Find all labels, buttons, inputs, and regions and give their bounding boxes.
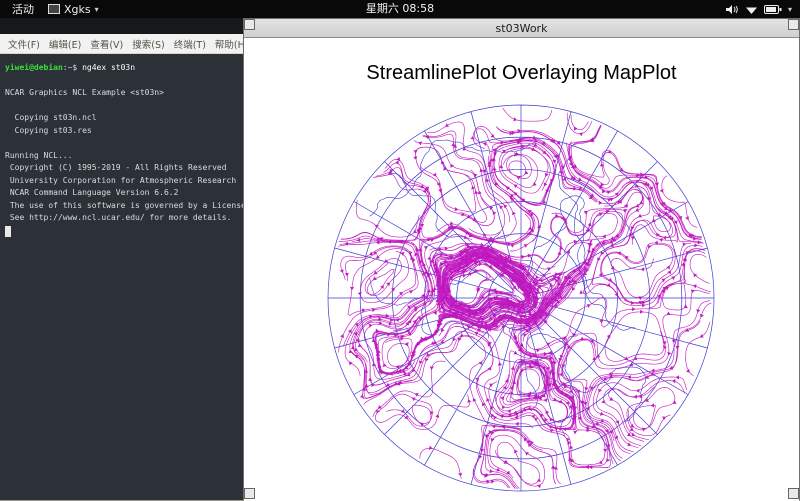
terminal-prompt-line: yiwei@debian:~$ ng4ex st03n bbox=[5, 62, 238, 75]
terminal-output-line: The use of this software is governed by … bbox=[5, 200, 299, 210]
volume-icon bbox=[725, 4, 738, 14]
network-icon bbox=[745, 7, 757, 14]
app-menu-button[interactable]: Xgks ▾ bbox=[48, 3, 99, 16]
streamline-plot-svg bbox=[327, 104, 715, 492]
terminal-cursor-line bbox=[5, 225, 238, 240]
x-window: st03Work StreamlinePlot Overlaying MapPl… bbox=[243, 18, 800, 501]
terminal-menu-item[interactable]: 编辑(E) bbox=[45, 36, 85, 52]
terminal-output-line: NCAR Graphics NCL Example <st03n> bbox=[5, 88, 164, 97]
chevron-down-icon: ▾ bbox=[94, 4, 99, 14]
terminal-content[interactable]: yiwei@debian:~$ ng4ex st03n NCAR Graphic… bbox=[0, 54, 299, 240]
top-bar: 活动 Xgks ▾ 星期六 08:58 ▾ bbox=[0, 0, 800, 18]
terminal-output-line: University Corporation for Atmospheric R… bbox=[5, 175, 237, 185]
terminal-menu-item[interactable]: 搜索(S) bbox=[128, 36, 168, 52]
clock[interactable]: 星期六 08:58 bbox=[366, 0, 434, 18]
terminal-menu-item[interactable]: 查看(V) bbox=[86, 36, 127, 52]
terminal-output-line: Copyright (C) 1995-2019 - All Rights Res… bbox=[5, 163, 227, 172]
plot-title: StreamlinePlot Overlaying MapPlot bbox=[366, 62, 677, 84]
terminal-header[interactable] bbox=[0, 18, 243, 34]
system-tray[interactable]: ▾ bbox=[725, 4, 792, 15]
terminal-output-line: Copying st03.res bbox=[5, 125, 92, 135]
terminal-menubar: 文件(F) 编辑(E) 查看(V) 搜索(S) 终端(T) 帮助(H) bbox=[0, 34, 248, 54]
window-title: st03Work bbox=[495, 21, 548, 35]
prompt-symbol: :~$ bbox=[62, 63, 83, 72]
plot-canvas: StreamlinePlot Overlaying MapPlot bbox=[244, 38, 799, 501]
window-icon bbox=[48, 4, 60, 14]
terminal-command: ng4ex st03n bbox=[82, 63, 136, 72]
window-resize-handle-se[interactable] bbox=[788, 488, 799, 499]
window-resize-handle-ne[interactable] bbox=[788, 19, 799, 30]
activities-button[interactable]: 活动 bbox=[8, 1, 38, 17]
window-titlebar[interactable]: st03Work bbox=[244, 19, 799, 38]
terminal-output-line: NCAR Command Language Version 6.6.2 bbox=[5, 188, 179, 197]
terminal-output-line: Copying st03n.ncl bbox=[5, 113, 97, 122]
prompt-userhost: yiwei@debian bbox=[5, 63, 63, 72]
window-resize-handle-nw[interactable] bbox=[244, 19, 255, 30]
terminal-menu-item[interactable]: 文件(F) bbox=[4, 36, 44, 52]
terminal-output: NCAR Graphics NCL Example <st03n> Copyin… bbox=[5, 75, 299, 225]
terminal-cursor bbox=[5, 225, 11, 237]
terminal-output-line: Running NCL... bbox=[5, 150, 73, 160]
app-menu-label: Xgks bbox=[64, 2, 91, 16]
terminal-window: 文件(F) 编辑(E) 查看(V) 搜索(S) 终端(T) 帮助(H) yiwei@deb… bbox=[0, 18, 299, 500]
window-resize-handle-sw[interactable] bbox=[244, 488, 255, 499]
terminal-output-line: See http://www.ncl.ucar.edu/ for more de… bbox=[5, 213, 232, 222]
battery-icon bbox=[763, 4, 782, 14]
tray-caret-icon: ▾ bbox=[787, 4, 792, 14]
terminal-menu-item[interactable]: 终端(T) bbox=[170, 36, 210, 52]
